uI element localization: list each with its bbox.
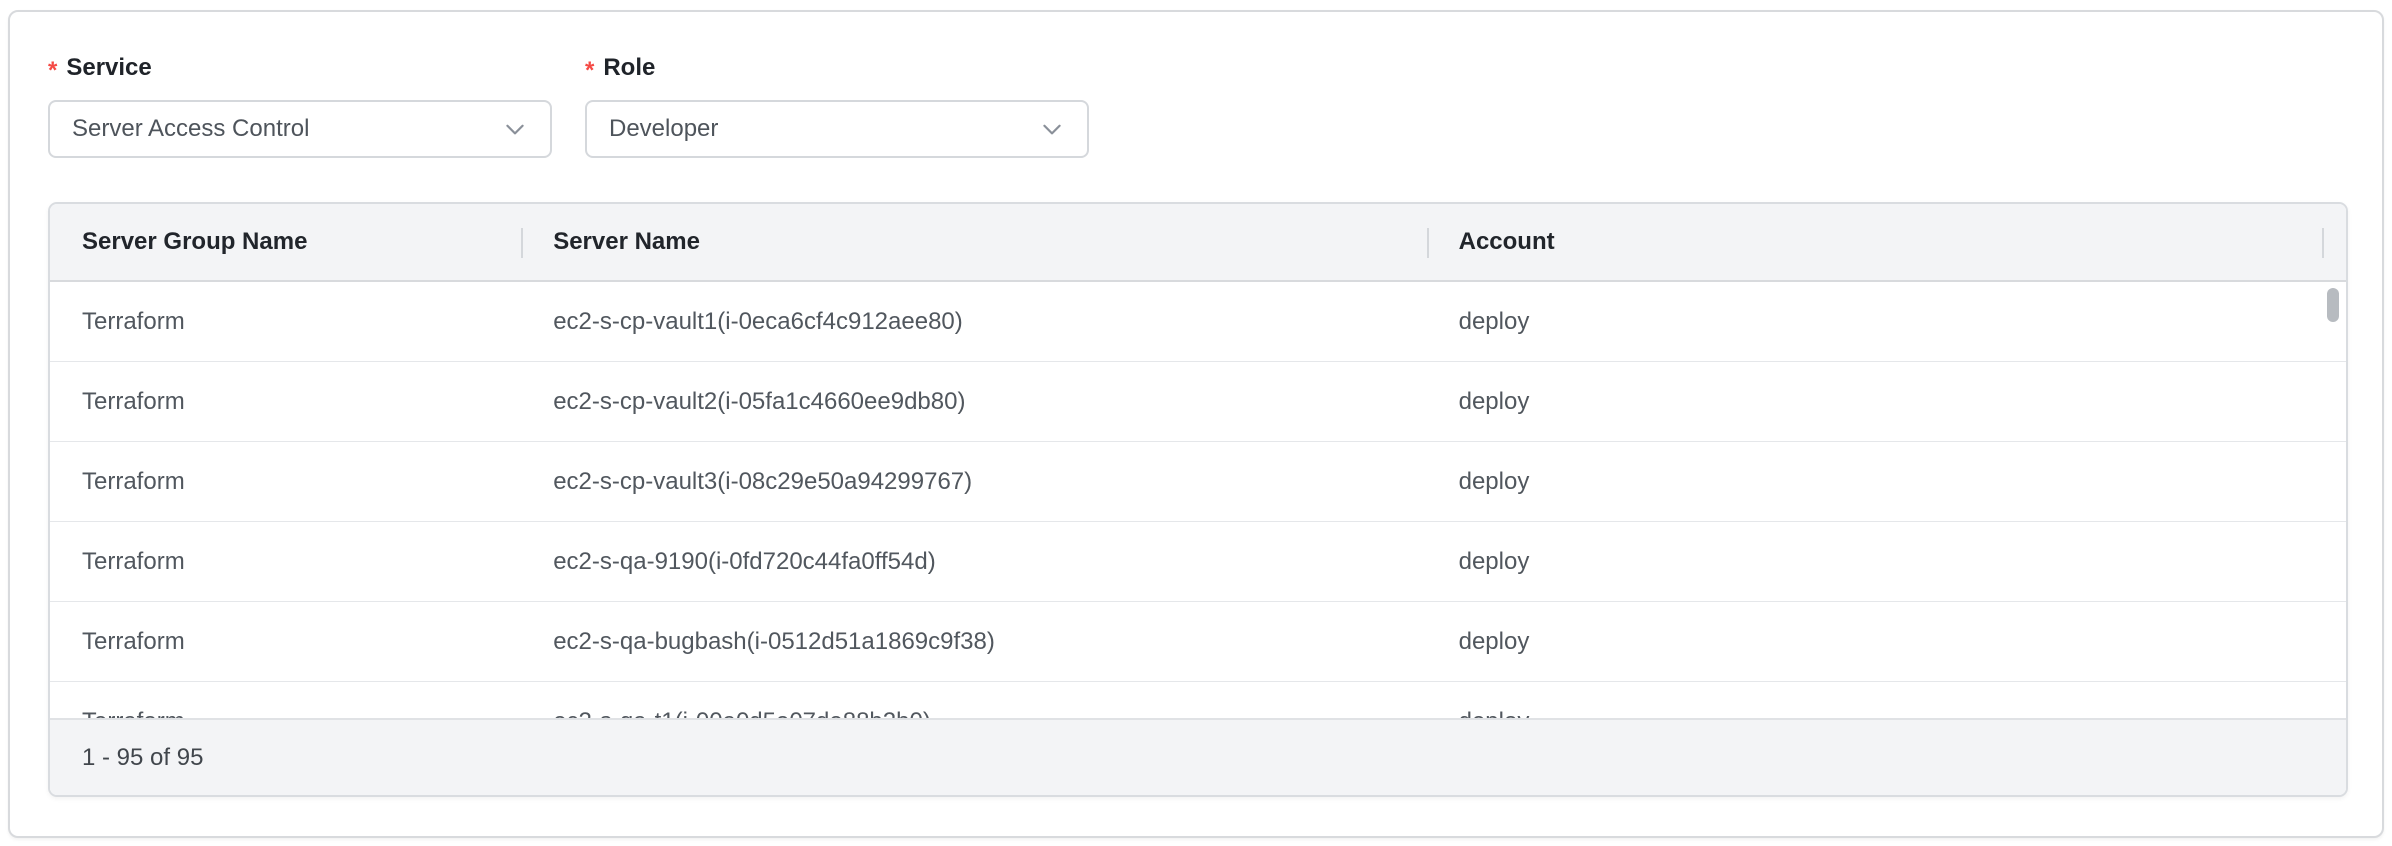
cell-account: deploy (1427, 602, 2322, 681)
table-body: Terraform ec2-s-cp-vault1(i-0eca6cf4c912… (50, 282, 2346, 720)
cell-server-name: ec2-s-qa-t1(i-00a0d5e07de88b2b0) (521, 682, 1426, 720)
cell-server-name: ec2-s-cp-vault1(i-0eca6cf4c912aee80) (521, 282, 1426, 361)
table-row: Terraform ec2-s-cp-vault2(i-05fa1c4660ee… (50, 362, 2346, 442)
table-row: Terraform ec2-s-qa-t1(i-00a0d5e07de88b2b… (50, 682, 2346, 720)
cell-server-name: ec2-s-cp-vault2(i-05fa1c4660ee9db80) (521, 362, 1426, 441)
table-header-row: Server Group Name Server Name Account (50, 204, 2346, 282)
table-row: Terraform ec2-s-qa-bugbash(i-0512d51a186… (50, 602, 2346, 682)
column-header-server-group-name: Server Group Name (50, 204, 521, 280)
cell-server-group-name: Terraform (50, 362, 521, 441)
server-access-table: Server Group Name Server Name Account Te… (48, 202, 2348, 797)
required-asterisk: * (48, 53, 57, 83)
vertical-scrollbar-thumb[interactable] (2327, 288, 2339, 322)
cell-spacer (2322, 442, 2346, 521)
required-asterisk: * (585, 53, 594, 83)
column-header-server-name: Server Name (521, 204, 1426, 280)
table-row: Terraform ec2-s-qa-9190(i-0fd720c44fa0ff… (50, 522, 2346, 602)
cell-server-group-name: Terraform (50, 602, 521, 681)
access-control-panel: * Service Server Access Control * Role D… (8, 10, 2384, 838)
cell-server-group-name: Terraform (50, 522, 521, 601)
cell-spacer (2322, 682, 2346, 720)
cell-account: deploy (1427, 522, 2322, 601)
table-row: Terraform ec2-s-cp-vault1(i-0eca6cf4c912… (50, 282, 2346, 362)
role-field-label: * Role (585, 52, 655, 84)
role-label-text: Role (603, 54, 655, 82)
chevron-down-icon (502, 116, 528, 142)
cell-server-name: ec2-s-qa-9190(i-0fd720c44fa0ff54d) (521, 522, 1426, 601)
service-select[interactable]: Server Access Control (48, 100, 552, 158)
cell-account: deploy (1427, 442, 2322, 521)
pagination-summary: 1 - 95 of 95 (82, 744, 203, 772)
role-select[interactable]: Developer (585, 100, 1089, 158)
column-header-spacer (2322, 204, 2346, 280)
chevron-down-icon (1039, 116, 1065, 142)
service-label-text: Service (66, 54, 151, 82)
cell-server-name: ec2-s-qa-bugbash(i-0512d51a1869c9f38) (521, 602, 1426, 681)
service-field-label: * Service (48, 52, 152, 84)
cell-account: deploy (1427, 682, 2322, 720)
cell-spacer (2322, 602, 2346, 681)
cell-spacer (2322, 522, 2346, 601)
role-select-value: Developer (609, 115, 718, 143)
service-select-value: Server Access Control (72, 115, 309, 143)
table-row: Terraform ec2-s-cp-vault3(i-08c29e50a942… (50, 442, 2346, 522)
table-footer: 1 - 95 of 95 (50, 718, 2346, 795)
column-header-account: Account (1427, 204, 2322, 280)
cell-account: deploy (1427, 362, 2322, 441)
cell-account: deploy (1427, 282, 2322, 361)
cell-spacer (2322, 362, 2346, 441)
cell-server-group-name: Terraform (50, 282, 521, 361)
cell-server-group-name: Terraform (50, 682, 521, 720)
cell-server-group-name: Terraform (50, 442, 521, 521)
cell-server-name: ec2-s-cp-vault3(i-08c29e50a94299767) (521, 442, 1426, 521)
